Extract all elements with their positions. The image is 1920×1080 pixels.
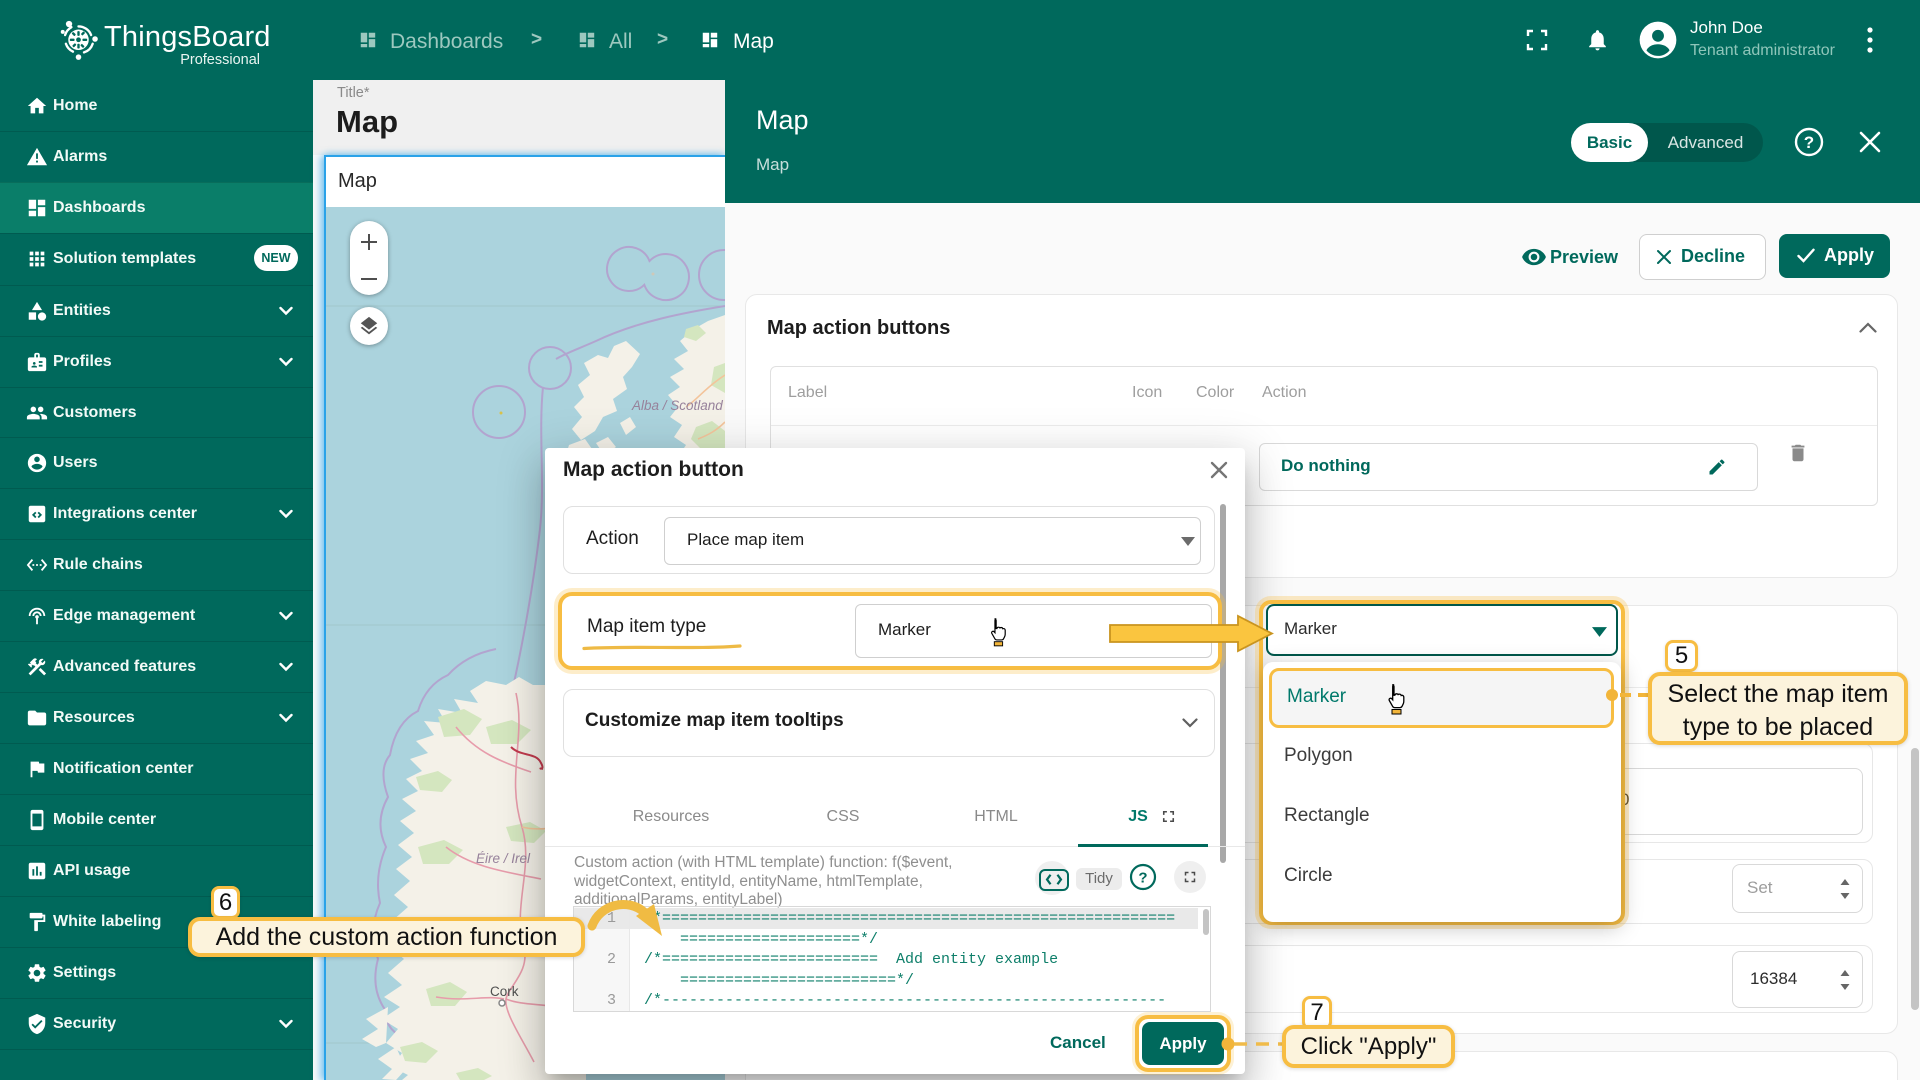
svg-text:?: ? [1804, 133, 1814, 152]
svg-text:Éire / Irel: Éire / Irel [476, 851, 531, 866]
svg-text:Cork: Cork [490, 984, 519, 999]
svg-text:?: ? [1138, 870, 1147, 887]
svg-text:Alba / Scotland: Alba / Scotland [631, 398, 723, 413]
